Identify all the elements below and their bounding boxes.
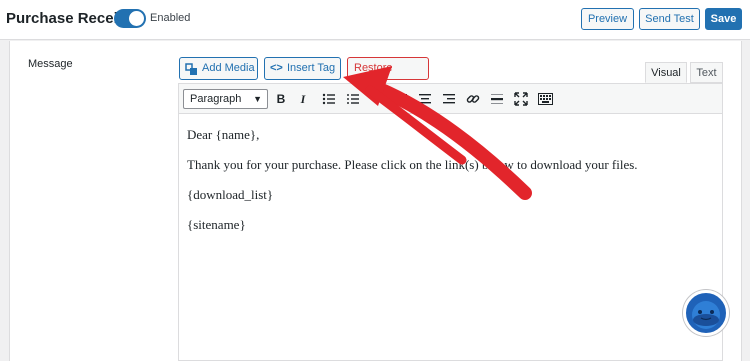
align-center-icon[interactable] — [415, 90, 435, 108]
restore-default-button[interactable]: Restore Default — [347, 57, 429, 95]
send-test-button[interactable]: Send Test — [639, 8, 700, 30]
code-icon: <> — [270, 62, 283, 74]
add-media-label: Add Media — [202, 62, 255, 74]
horizontal-line-icon[interactable] — [487, 90, 507, 108]
toolbar-toggle-icon[interactable] — [535, 90, 555, 108]
bold-icon[interactable]: B — [271, 90, 291, 108]
add-media-button[interactable]: Add Media — [179, 57, 258, 80]
insert-tag-button[interactable]: <> Insert Tag — [264, 57, 341, 80]
editor-line-sitename: {sitename} — [187, 217, 246, 232]
align-left-icon[interactable] — [391, 90, 411, 108]
editor-line-greeting: Dear {name}, — [187, 127, 260, 142]
chat-assistant-avatar[interactable] — [683, 290, 729, 336]
message-editor[interactable]: Dear {name}, Thank you for your purchase… — [178, 114, 723, 361]
toggle-knob — [129, 11, 144, 26]
media-icon — [185, 58, 198, 84]
tab-visual[interactable]: Visual — [645, 62, 687, 83]
format-select[interactable]: Paragraph ▼ — [183, 89, 268, 109]
editor-toolbar: Paragraph ▼ B I — [178, 83, 723, 114]
italic-icon[interactable]: I — [293, 90, 313, 108]
numbered-list-icon[interactable] — [343, 90, 363, 108]
insert-tag-label: Insert Tag — [287, 62, 336, 74]
toggle-label: Enabled — [150, 12, 191, 24]
chevron-down-icon: ▼ — [253, 94, 262, 104]
editor-line-body: Thank you for your purchase. Please clic… — [187, 157, 638, 172]
tab-text[interactable]: Text — [690, 62, 723, 83]
page-title: Purchase Receipt — [6, 10, 132, 27]
align-right-icon[interactable] — [439, 90, 459, 108]
save-button[interactable]: Save — [705, 8, 742, 30]
enabled-toggle[interactable] — [114, 9, 146, 28]
header-bar: Purchase Receipt Enabled Preview Send Te… — [0, 0, 750, 40]
message-label: Message — [28, 58, 73, 70]
link-icon[interactable] — [463, 90, 483, 108]
editor-line-download-list: {download_list} — [187, 187, 274, 202]
fullscreen-icon[interactable] — [511, 90, 531, 108]
format-select-value: Paragraph — [190, 93, 242, 105]
bulleted-list-icon[interactable] — [319, 90, 339, 108]
preview-button[interactable]: Preview — [581, 8, 634, 30]
